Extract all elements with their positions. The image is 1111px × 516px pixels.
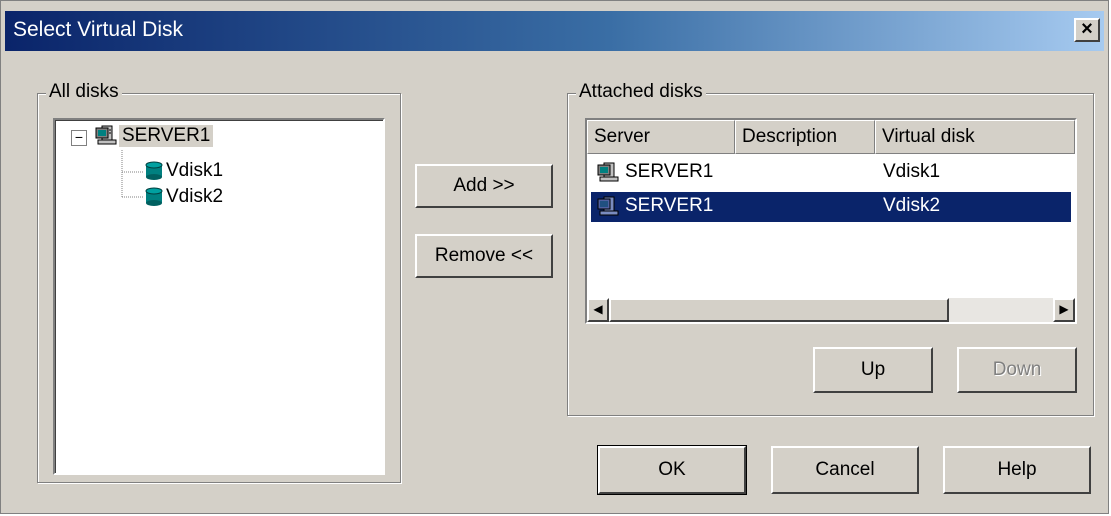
down-button[interactable]: Down [957, 347, 1077, 393]
database-icon [145, 161, 163, 181]
column-header-server[interactable]: Server [587, 120, 735, 154]
column-header-virtual-disk[interactable]: Virtual disk [875, 120, 1075, 154]
cell-virtual-disk: Vdisk1 [883, 161, 941, 182]
scroll-left-button[interactable]: ◀ [587, 298, 609, 322]
ok-button[interactable]: OK [597, 445, 747, 495]
cell-server: SERVER1 [625, 161, 714, 182]
tree-server-label: SERVER1 [119, 125, 214, 147]
up-button[interactable]: Up [813, 347, 933, 393]
tree-vdisk2-label: Vdisk2 [166, 186, 224, 207]
select-virtual-disk-dialog: Select Virtual Disk × All disks − SERVER… [0, 0, 1109, 514]
computer-icon [95, 125, 119, 147]
table-row[interactable]: SERVER1 Vdisk1 [591, 158, 1071, 188]
database-icon [145, 187, 163, 207]
cell-virtual-disk: Vdisk2 [883, 195, 941, 216]
cell-server: SERVER1 [625, 195, 714, 216]
tree-node-vdisk1[interactable]: Vdisk1 [145, 160, 226, 182]
tree-node-vdisk2[interactable]: Vdisk2 [145, 186, 226, 208]
tree-expander[interactable]: − [71, 130, 87, 146]
remove-button[interactable]: Remove << [415, 234, 553, 278]
arrow-left-icon: ◀ [593, 302, 603, 316]
scroll-thumb[interactable] [609, 298, 949, 322]
close-icon: × [1081, 18, 1093, 40]
tree-vdisk1-label: Vdisk1 [166, 160, 224, 181]
column-header-description[interactable]: Description [735, 120, 875, 154]
cancel-button[interactable]: Cancel [771, 446, 919, 494]
all-disks-label: All disks [46, 81, 122, 103]
add-button[interactable]: Add >> [415, 164, 553, 208]
table-row[interactable]: SERVER1 Vdisk2 [591, 192, 1071, 222]
scroll-right-button[interactable]: ▶ [1053, 298, 1075, 322]
title-bar[interactable]: Select Virtual Disk × [5, 11, 1104, 51]
help-button[interactable]: Help [943, 446, 1091, 494]
computer-icon [597, 196, 621, 224]
arrow-right-icon: ▶ [1059, 302, 1069, 316]
window-title: Select Virtual Disk [13, 18, 184, 41]
tree-node-server[interactable]: SERVER1 [95, 125, 214, 147]
attached-disks-label: Attached disks [576, 81, 706, 103]
attached-disks-list[interactable]: Server Description Virtual disk SERVER1 … [585, 118, 1077, 324]
close-button[interactable]: × [1074, 18, 1100, 42]
disk-tree[interactable]: − SERVER1 Vdisk1 Vdisk2 [53, 118, 385, 475]
computer-icon [597, 162, 621, 190]
horizontal-scrollbar[interactable]: ◀ ▶ [587, 298, 1075, 322]
